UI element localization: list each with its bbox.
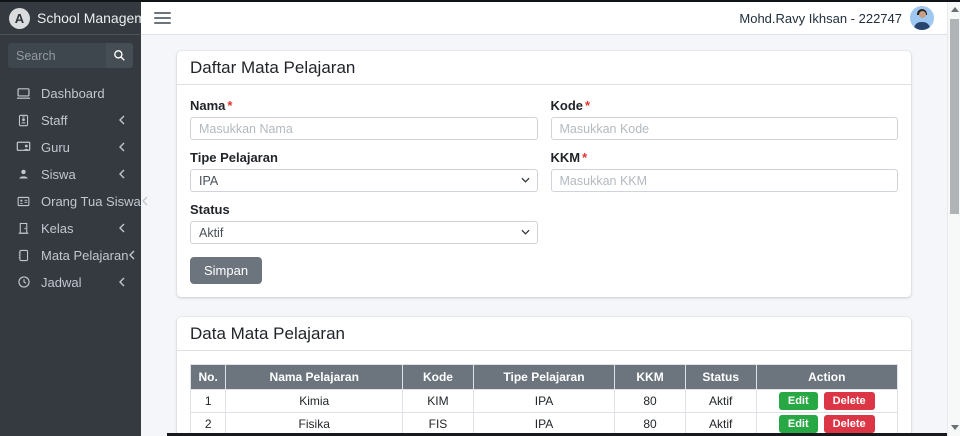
nama-input[interactable]: [190, 117, 538, 140]
kkm-input[interactable]: [550, 169, 898, 192]
cell-nama: Kimia: [225, 389, 404, 413]
column-header: Status: [684, 364, 757, 390]
book-icon: [15, 248, 32, 263]
search-icon: [113, 49, 126, 62]
avatar[interactable]: [910, 6, 934, 30]
clock-icon: [15, 275, 32, 289]
scroll-up-arrow-icon[interactable]: [951, 7, 959, 12]
sidebar-search-button[interactable]: [106, 43, 133, 68]
cell-action: Edit Delete: [755, 389, 899, 413]
content: Daftar Mata Pelajaran Nama* Kode*: [141, 35, 947, 436]
required-mark: *: [582, 150, 588, 165]
scrollbar-thumb[interactable]: [950, 19, 959, 214]
edit-button[interactable]: Edit: [778, 392, 818, 410]
edit-button[interactable]: Edit: [778, 415, 818, 433]
user-icon: [15, 167, 32, 181]
field-kode: Kode *: [550, 98, 898, 140]
user-name[interactable]: Mohd.Ravy Ikhsan - 222747: [739, 11, 902, 26]
cell-kode: KIM: [402, 389, 474, 413]
kode-label: Kode *: [550, 98, 591, 113]
column-header: Kode: [402, 364, 474, 390]
sidebar-item-label: Guru: [41, 139, 70, 155]
table-card-title: Data Mata Pelajaran: [190, 324, 345, 343]
cell-status: Aktif: [684, 389, 757, 413]
field-status: Status Aktif: [190, 202, 538, 244]
chevron-left-icon: [118, 223, 126, 233]
cell-kkm: 80: [614, 389, 686, 413]
sidebar-item-kelas[interactable]: Kelas: [8, 215, 133, 241]
sidebar-search-input[interactable]: [8, 43, 106, 68]
table-row: 1 Kimia KIM IPA 80 Aktif Edit Delete: [189, 389, 899, 413]
status-label: Status: [190, 202, 230, 217]
kkm-label: KKM *: [550, 150, 588, 165]
field-kkm: KKM *: [550, 150, 898, 192]
cell-tipe: IPA: [472, 389, 616, 413]
sidebar-item-mata-pelajaran[interactable]: Mata Pelajaran: [8, 242, 136, 268]
sidebar-item-siswa[interactable]: Siswa: [8, 161, 133, 187]
status-select[interactable]: Aktif: [190, 221, 538, 244]
column-header: Action: [755, 364, 899, 390]
door-icon: [15, 221, 32, 236]
sidebar-item-label: Jadwal: [41, 274, 82, 290]
main-area: Mohd.Ravy Ikhsan - 222747 Daftar Mata Pe…: [141, 2, 947, 436]
id-card-icon: [15, 195, 32, 208]
top-navbar: Mohd.Ravy Ikhsan - 222747: [141, 2, 947, 35]
chevron-left-icon: [118, 142, 126, 152]
chevron-left-icon: [118, 115, 126, 125]
sidebar-item-jadwal[interactable]: Jadwal: [8, 269, 133, 295]
form-card: Daftar Mata Pelajaran Nama* Kode*: [177, 51, 911, 297]
required-mark: *: [585, 98, 591, 113]
sidebar-item-label: Orang Tua Siswa: [41, 193, 141, 209]
sidebar-item-guru[interactable]: Guru: [8, 134, 133, 160]
sidebar-item-orang-tua-siswa[interactable]: Orang Tua Siswa: [8, 188, 148, 214]
form-card-body: Nama* Kode* Tipe Pelajaran IPA: [177, 85, 911, 297]
sidebar-item-label: Staff: [41, 112, 68, 128]
sidebar: A School Management Dashboard Staff Guru Si…: [0, 2, 165, 436]
chevron-left-icon: [118, 169, 126, 179]
window-top-edge: [0, 0, 960, 2]
required-mark: *: [227, 98, 233, 113]
sidebar-item-label: Siswa: [41, 166, 76, 182]
table-card-body: No. Nama Pelajaran Kode Tipe Pelajaran KKM St…: [177, 351, 911, 436]
cell-no: 1: [189, 389, 227, 413]
sidebar-item-label: Kelas: [41, 220, 74, 236]
app-logo-icon: A: [9, 7, 30, 29]
table-card: Data Mata Pelajaran No. Nama Pelajaran Kod…: [177, 317, 911, 436]
page-scrollbar[interactable]: [947, 2, 960, 436]
sidebar-item-label: Dashboard: [41, 85, 105, 101]
sidebar-item-staff[interactable]: Staff: [8, 107, 133, 133]
sidebar-item-dashboard[interactable]: Dashboard: [8, 80, 133, 106]
column-header: Nama Pelajaran: [225, 364, 404, 390]
table-card-header: Data Mata Pelajaran: [177, 317, 911, 351]
chevron-left-icon: [118, 277, 126, 287]
chalkboard-teacher-icon: [15, 140, 32, 155]
form-card-header: Daftar Mata Pelajaran: [177, 51, 911, 85]
sidebar-item-label: Mata Pelajaran: [41, 247, 129, 263]
sidebar-nav: Dashboard Staff Guru Siswa Orang Tua Siswa Ke…: [0, 74, 148, 302]
subjects-table: No. Nama Pelajaran Kode Tipe Pelajaran KKM St…: [189, 364, 899, 436]
delete-button[interactable]: Delete: [823, 392, 875, 410]
column-header: Tipe Pelajaran: [472, 364, 616, 390]
scroll-down-arrow-icon[interactable]: [951, 425, 959, 430]
field-tipe-pelajaran: Tipe Pelajaran IPA: [190, 150, 538, 192]
brand[interactable]: A School Management: [0, 2, 165, 35]
id-badge-icon: [15, 113, 32, 128]
menu-toggle-icon[interactable]: [154, 12, 171, 24]
desktop-icon: [15, 86, 32, 101]
column-header: No.: [189, 364, 227, 390]
simpan-button[interactable]: Simpan: [190, 257, 263, 284]
form-card-title: Daftar Mata Pelajaran: [190, 58, 356, 77]
chevron-left-icon: [128, 250, 136, 260]
field-nama: Nama *: [190, 98, 538, 140]
kode-input[interactable]: [550, 117, 898, 140]
sidebar-search: [8, 43, 133, 68]
column-header: KKM: [614, 364, 686, 390]
delete-button[interactable]: Delete: [823, 415, 875, 433]
tipe-pelajaran-label: Tipe Pelajaran: [190, 150, 278, 165]
tipe-pelajaran-select[interactable]: IPA: [190, 169, 538, 192]
app: A School Management Dashboard Staff Guru Si…: [0, 0, 960, 436]
nama-label: Nama *: [190, 98, 233, 113]
